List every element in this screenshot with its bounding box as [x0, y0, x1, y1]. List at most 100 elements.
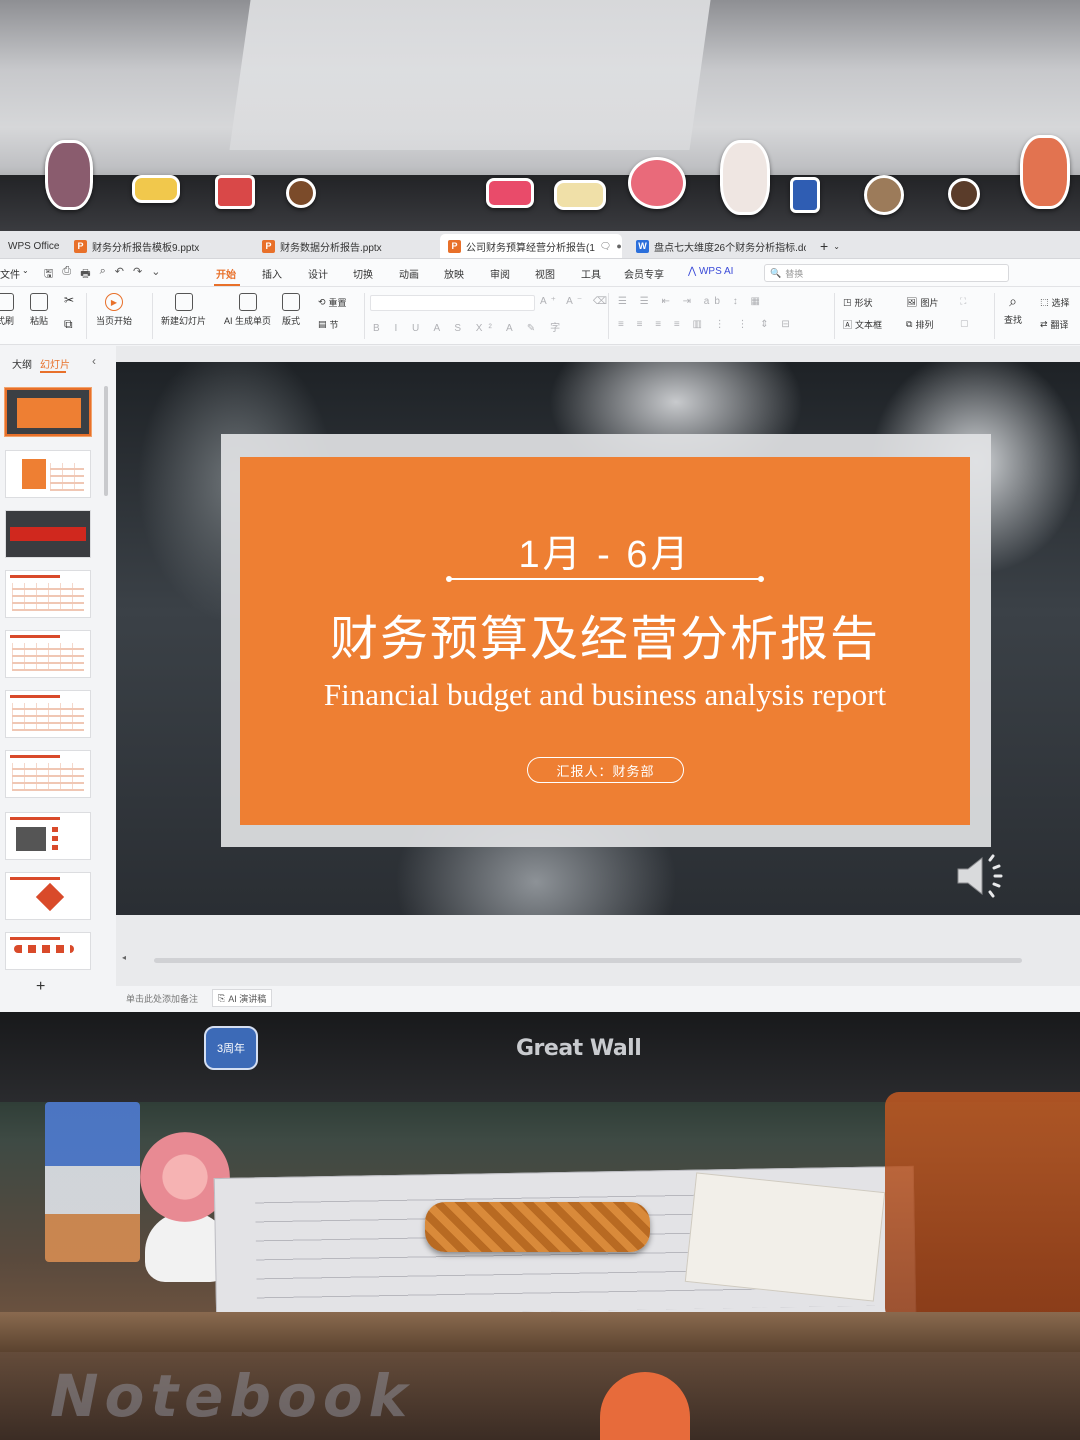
- panel-scrollbar[interactable]: [104, 386, 108, 496]
- menu-member[interactable]: 会员专享: [624, 266, 664, 281]
- picture-button[interactable]: 🖼 图片: [906, 296, 938, 309]
- lego-toy: [45, 1102, 140, 1262]
- section-button[interactable]: ▤ 节: [318, 318, 339, 331]
- outline-icon[interactable]: ▢: [960, 318, 969, 329]
- select-icon: ⬚: [1040, 297, 1049, 307]
- unsaved-dot-icon[interactable]: ●: [616, 241, 621, 251]
- menu-animations[interactable]: 动画: [399, 266, 419, 281]
- tab-wps-office[interactable]: WPS Office: [0, 234, 62, 258]
- ai-generate-slide-button[interactable]: AI 生成单页: [224, 293, 271, 327]
- select-button[interactable]: ⬚ 选择: [1040, 296, 1070, 309]
- slide-thumbnail[interactable]: [5, 690, 91, 738]
- textbox-label: 文本框: [855, 320, 883, 330]
- menu-insert[interactable]: 插入: [262, 266, 282, 281]
- chevron-down-icon: ⌄: [833, 241, 840, 251]
- arrange-button[interactable]: ⧉ 排列: [906, 318, 933, 331]
- horizontal-scrollbar[interactable]: [154, 958, 1022, 963]
- translate-button[interactable]: ⇄ 翻译: [1040, 318, 1069, 331]
- sticker-can: [790, 177, 820, 213]
- slide-thumbnail[interactable]: [5, 932, 91, 970]
- doc-file-icon: W: [636, 239, 649, 253]
- print-icon[interactable]: 🖶: [80, 265, 90, 284]
- reporter-label[interactable]: 汇报人：财务部: [527, 757, 684, 783]
- save-icon[interactable]: 🖫: [44, 265, 53, 284]
- layout-label: 版式: [282, 316, 301, 326]
- collapse-panel-icon[interactable]: ‹: [92, 354, 96, 368]
- menu-view[interactable]: 视图: [535, 266, 555, 281]
- paste-button[interactable]: 粘贴: [30, 293, 48, 327]
- fill-icon[interactable]: ⛶: [960, 296, 966, 307]
- undo-icon[interactable]: ↶: [115, 265, 124, 284]
- tab-budget-report[interactable]: P 公司财务预算经营分析报告(1 🗨 ●: [440, 234, 622, 258]
- new-slide-button[interactable]: 新建幻灯片: [161, 293, 206, 327]
- cut-icon[interactable]: ✂: [64, 293, 74, 307]
- slide-thumbnail[interactable]: [5, 450, 91, 498]
- ribbon-separator: [608, 293, 609, 339]
- menu-tools[interactable]: 工具: [581, 266, 601, 281]
- thumb-circles: [14, 945, 74, 953]
- redo-icon[interactable]: ↷: [133, 265, 142, 284]
- speaker-icon[interactable]: [954, 852, 1008, 900]
- sticker-coconut: [286, 178, 316, 208]
- layout-button[interactable]: 版式: [282, 293, 300, 327]
- tab-slides[interactable]: 幻灯片: [40, 356, 70, 371]
- slide-thumbnail[interactable]: [5, 570, 91, 618]
- chevron-down-icon[interactable]: ⌄: [22, 266, 29, 275]
- ai-slide-icon: [238, 293, 257, 311]
- tab-finance-template[interactable]: P 财务分析报告模板9.pptx: [66, 234, 248, 258]
- slide-thumbnail[interactable]: [5, 510, 91, 558]
- slide-thumbnail[interactable]: [5, 812, 91, 860]
- notes-placeholder[interactable]: 单击此处添加备注: [126, 992, 198, 1005]
- print-preview-icon[interactable]: ⌕: [100, 265, 106, 284]
- current-slide[interactable]: 1月 - 6月 财务预算及经营分析报告 Financial budget and…: [116, 362, 1080, 915]
- menu-transitions[interactable]: 切换: [353, 266, 373, 281]
- reset-label: 重置: [328, 298, 347, 308]
- format-painter-label: 式刷: [0, 316, 15, 326]
- thumb-content: [12, 643, 84, 671]
- sticker-crown2: [554, 180, 606, 210]
- slide-title-english[interactable]: Financial budget and business analysis r…: [240, 677, 970, 713]
- scroll-left-icon[interactable]: ◂: [122, 953, 126, 962]
- arrange-label: 排列: [915, 320, 934, 330]
- menu-slideshow[interactable]: 放映: [444, 266, 464, 281]
- tab-outline[interactable]: 大纲: [12, 356, 32, 371]
- format-painter-button[interactable]: 式刷: [0, 293, 14, 327]
- reset-button[interactable]: ⟲ 重置: [318, 296, 347, 309]
- copy-icon[interactable]: ⧉: [64, 317, 73, 332]
- date-range-text[interactable]: 1月 - 6月: [240, 523, 970, 578]
- export-pdf-icon[interactable]: ⎙: [62, 265, 71, 284]
- slide-title-chinese[interactable]: 财务预算及经营分析报告: [240, 599, 970, 669]
- ai-speech-notes-button[interactable]: ⎘ AI 演讲稿: [212, 989, 273, 1007]
- textbox-button[interactable]: 🄰 文本框: [843, 318, 882, 331]
- slide-thumbnail[interactable]: [5, 630, 91, 678]
- menu-file[interactable]: 文件: [0, 266, 20, 281]
- shape-button[interactable]: ◳ 形状: [843, 296, 873, 309]
- tab-analysis-doc[interactable]: W 盘点七大维度26个财务分析指标.doc: [628, 234, 806, 258]
- new-tab-button[interactable]: + ⌄: [812, 234, 846, 258]
- thumb-heading: [10, 575, 61, 578]
- font-name-select[interactable]: [370, 295, 535, 311]
- more-icon[interactable]: ⌄: [151, 265, 160, 284]
- toy-figurine: [600, 1372, 690, 1440]
- format-painter-icon: [0, 293, 14, 311]
- thumb-dots: [52, 827, 58, 853]
- sticker-gift: [215, 175, 255, 209]
- menu-home[interactable]: 开始: [216, 266, 236, 281]
- thumb-heading: [10, 937, 61, 940]
- slide-thumbnail[interactable]: [5, 872, 91, 920]
- add-slide-button[interactable]: +: [36, 978, 45, 996]
- ceiling-light: [229, 0, 711, 150]
- menu-review[interactable]: 审阅: [490, 266, 510, 281]
- search-input[interactable]: 🔍 替换: [764, 264, 1009, 282]
- search-placeholder: 替换: [785, 268, 804, 279]
- ai-generate-label: AI 生成单页: [224, 316, 272, 326]
- thumb-heading: [10, 695, 61, 698]
- slide-thumbnail[interactable]: [5, 750, 91, 798]
- tab-finance-data[interactable]: P 财务数据分析报告.pptx: [254, 234, 434, 258]
- slide-thumbnail[interactable]: [4, 387, 92, 437]
- thumb-heading: [10, 635, 61, 638]
- menu-design[interactable]: 设计: [308, 266, 328, 281]
- find-button[interactable]: ⌕ 查找: [1004, 293, 1022, 326]
- play-from-current-button[interactable]: ▶ 当页开始: [96, 293, 132, 327]
- menu-wps-ai[interactable]: ⋀ WPS AI: [688, 266, 733, 277]
